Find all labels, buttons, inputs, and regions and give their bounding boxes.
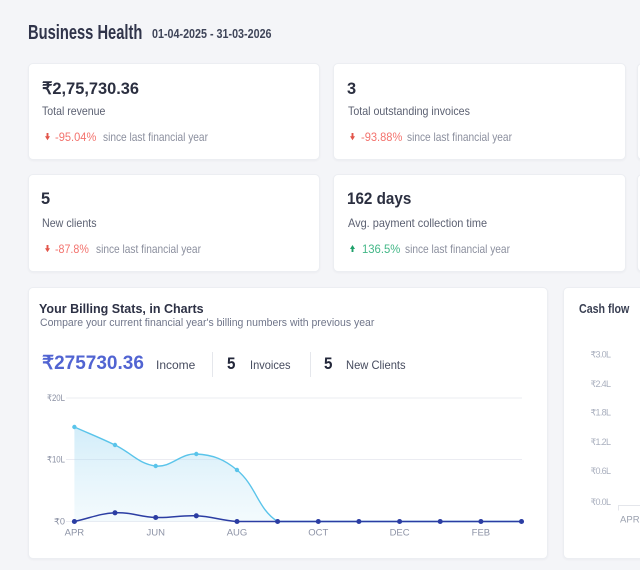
svg-text:₹1.8L: ₹1.8L	[591, 407, 612, 417]
svg-text:AUG: AUG	[227, 528, 248, 539]
svg-text:₹3.0L: ₹3.0L	[591, 350, 612, 360]
svg-text:₹0.6L: ₹0.6L	[591, 466, 612, 476]
svg-text:APR: APR	[65, 528, 85, 539]
svg-text:JUN: JUN	[146, 528, 165, 539]
svg-text:₹2.4L: ₹2.4L	[591, 379, 612, 389]
svg-text:₹1.2L: ₹1.2L	[591, 437, 612, 447]
svg-text:₹0: ₹0	[54, 517, 65, 527]
svg-text:₹0.0L: ₹0.0L	[591, 497, 612, 507]
svg-text:₹10L: ₹10L	[47, 455, 65, 465]
svg-text:APR: APR	[620, 515, 640, 526]
svg-text:DEC: DEC	[390, 528, 410, 539]
svg-text:OCT: OCT	[308, 528, 328, 539]
svg-text:₹20L: ₹20L	[47, 393, 65, 403]
svg-text:FEB: FEB	[472, 528, 490, 539]
